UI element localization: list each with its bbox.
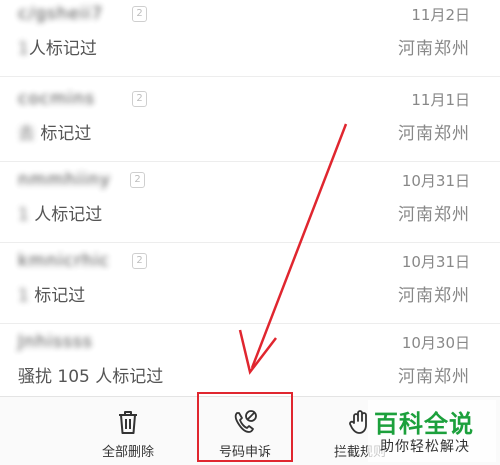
- mark-note-blurred: 去: [18, 124, 41, 144]
- mark-note-blurred: 1: [18, 205, 35, 225]
- watermark-subtitle: 助你轻松解决: [380, 439, 470, 455]
- tag-icon: 2: [132, 253, 147, 269]
- call-log-list: c/gsheii7 2 1人标记过 11月2日 河南郑州 cocmins 2 去…: [0, 0, 500, 405]
- caller-number: nmmhiiny: [18, 170, 111, 190]
- call-location: 河南郑州: [398, 39, 470, 59]
- call-location: 河南郑州: [398, 124, 470, 144]
- mark-note-text: 骚扰 105 人标记过: [18, 367, 164, 387]
- call-date: 11月2日: [411, 6, 470, 24]
- mark-note-text: 标记过: [40, 124, 92, 144]
- delete-all-button[interactable]: 全部删除: [68, 397, 188, 465]
- tag-icon: 2: [132, 91, 147, 107]
- call-location: 河南郑州: [398, 367, 470, 387]
- caller-number: kmnicrhic: [18, 251, 110, 271]
- call-log-row[interactable]: kmnicrhic 2 1 标记过 10月31日 河南郑州: [0, 243, 500, 324]
- delete-all-label: 全部删除: [101, 445, 154, 460]
- tag-icon: 2: [132, 6, 147, 22]
- mark-note-blurred: 1: [18, 286, 35, 306]
- call-location: 河南郑州: [398, 205, 470, 225]
- caller-number: Jnhissss: [18, 332, 93, 352]
- mark-note-text: 标记过: [34, 286, 86, 306]
- mark-note: 1人标记过: [18, 34, 97, 59]
- mark-note: 去 标记过: [18, 119, 91, 144]
- mark-note: 骚扰 105 人标记过: [18, 362, 163, 387]
- trash-icon: [119, 411, 137, 434]
- mark-note-blurred: 1: [18, 39, 29, 59]
- mark-note-text: 人标记过: [34, 205, 103, 225]
- watermark-title: 百科全说: [374, 410, 474, 438]
- watermark: 百科全说 助你轻松解决: [368, 400, 496, 462]
- call-log-row[interactable]: cocmins 2 去 标记过 11月1日 河南郑州: [0, 81, 500, 162]
- call-log-row[interactable]: c/gsheii7 2 1人标记过 11月2日 河南郑州: [0, 0, 500, 77]
- mark-note: 1 标记过: [18, 281, 85, 306]
- tag-icon: 2: [130, 172, 145, 188]
- call-location: 河南郑州: [398, 286, 470, 306]
- call-log-row[interactable]: nmmhiiny 2 1 人标记过 10月31日 河南郑州: [0, 162, 500, 243]
- highlight-box: [197, 392, 293, 462]
- mark-note: 1 人标记过: [18, 200, 102, 225]
- mark-note-text: 人标记过: [28, 39, 97, 59]
- call-date: 10月31日: [401, 172, 470, 190]
- call-date: 11月1日: [411, 91, 470, 109]
- caller-number: c/gsheii7: [18, 4, 104, 24]
- caller-number: cocmins: [18, 89, 96, 109]
- call-date: 10月31日: [401, 253, 470, 271]
- call-date: 10月30日: [401, 334, 470, 352]
